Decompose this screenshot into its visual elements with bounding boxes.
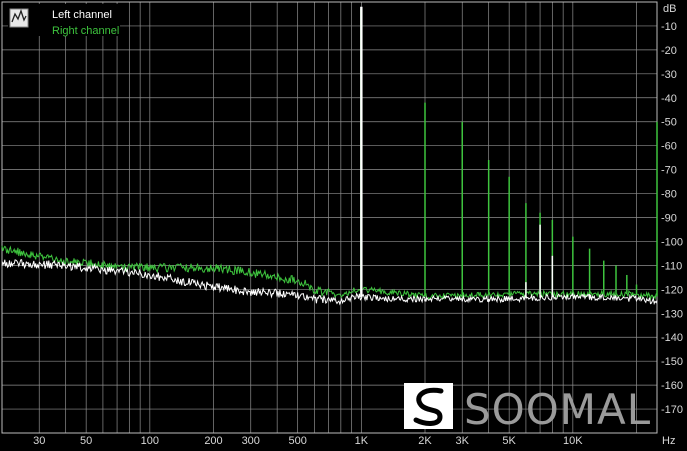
y-tick-label: -70 [661, 165, 677, 177]
y-tick-label: -150 [661, 356, 683, 368]
x-tick-label: 3K [456, 435, 470, 447]
x-tick-label: 50 [80, 435, 92, 447]
x-tick-label: 10K [563, 435, 583, 447]
legend-toggle-icon[interactable] [9, 8, 29, 28]
legend[interactable]: Left channel Right channel [8, 4, 120, 37]
watermark: SOOMAL [404, 383, 651, 434]
y-tick-label: -10 [661, 21, 677, 33]
y-tick-label: -20 [661, 45, 677, 57]
x-tick-label: 300 [242, 435, 260, 447]
y-tick-label: -120 [661, 284, 683, 296]
y-tick-label: -30 [661, 69, 677, 81]
legend-label-right-channel: Right channel [52, 25, 119, 37]
x-tick-label: 100 [141, 435, 159, 447]
y-tick-label: -90 [661, 213, 677, 225]
x-tick-label: 5K [502, 435, 516, 447]
x-axis-unit: Hz [662, 435, 675, 447]
y-tick-label: -60 [661, 141, 677, 153]
y-tick-label: -130 [661, 308, 683, 320]
spectrum-chart: 30 50 100 200 300 500 1K 2K 3K 5K 10K -10 -20 -30 -40… [0, 0, 687, 451]
y-tick-label: -160 [661, 380, 683, 392]
y-tick-label: -140 [661, 332, 683, 344]
x-tick-label: 200 [204, 435, 222, 447]
y-tick-label: -50 [661, 117, 677, 129]
y-tick-label: -40 [661, 93, 677, 105]
y-tick-label: -170 [661, 404, 683, 416]
x-tick-label: 1K [355, 435, 369, 447]
watermark-text: SOOMAL [464, 385, 651, 434]
x-tick-label: 500 [288, 435, 306, 447]
y-tick-label: -110 [661, 260, 682, 272]
y-tick-label: -80 [661, 189, 677, 201]
y-tick-label: -100 [661, 236, 683, 248]
x-tick-label: 2K [418, 435, 432, 447]
legend-label-left-channel: Left channel [52, 9, 112, 21]
y-axis-unit: dB [663, 3, 676, 15]
x-tick-label: 30 [33, 435, 45, 447]
